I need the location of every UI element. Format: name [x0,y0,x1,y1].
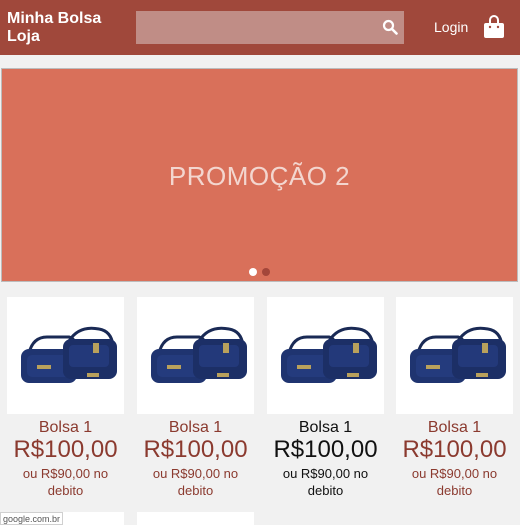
product-name[interactable]: Bolsa 1 [137,419,254,437]
product-price: R$100,00 [402,436,507,463]
product-debit-price: ou R$90,00 no debito [7,465,124,499]
debit-line-1: ou R$90,00 no [411,466,498,481]
status-url-tooltip: google.com.br [0,512,64,525]
debit-line-2: debito [436,483,473,498]
debit-line-1: ou R$90,00 no [282,466,369,481]
debit-line-1: ou R$90,00 no [152,466,239,481]
product-card[interactable]: Bolsa 1 R$100,00 ou R$90,00 no debito [137,297,254,512]
banner-title: PROMOÇÃO 2 [168,161,351,191]
bag-product-image [410,326,506,383]
search-input[interactable] [136,11,374,44]
login-link[interactable]: Login [434,19,468,35]
bag-product-image [21,326,117,383]
product-image[interactable] [267,297,384,414]
debit-line-2: debito [307,483,344,498]
site-header: Minha Bolsa Loja Login [0,0,520,55]
debit-line-2: debito [177,483,214,498]
product-image[interactable] [137,297,254,414]
shopping-bag-icon[interactable] [483,15,505,39]
product-card-next-row[interactable] [137,512,254,525]
product-image[interactable] [396,297,513,414]
debit-line-1: ou R$90,00 no [22,466,109,481]
search-bar [136,11,404,44]
logo-line-2[interactable]: Loja [7,28,117,46]
product-name[interactable]: Bolsa 1 [267,419,384,437]
product-name[interactable]: Bolsa 1 [7,419,124,437]
product-card[interactable]: Bolsa 1 R$100,00 ou R$90,00 no debito [7,297,124,512]
product-debit-price: ou R$90,00 no debito [396,465,513,499]
promo-banner[interactable]: PROMOÇÃO 2 [1,68,518,282]
product-debit-price: ou R$90,00 no debito [267,465,384,499]
bag-product-image [281,326,377,383]
carousel-dot-1[interactable] [249,268,257,276]
store-logo[interactable]: Minha Bolsa Loja [7,10,117,46]
product-name[interactable]: Bolsa 1 [396,419,513,437]
debit-line-2: debito [47,483,84,498]
product-card[interactable]: Bolsa 1 R$100,00 ou R$90,00 no debito [396,297,513,512]
search-icon[interactable] [382,19,398,35]
product-debit-price: ou R$90,00 no debito [137,465,254,499]
product-price: R$100,00 [143,436,248,463]
product-card[interactable]: Bolsa 1 R$100,00 ou R$90,00 no debito [267,297,384,512]
product-price: R$100,00 [13,436,118,463]
product-image[interactable] [7,297,124,414]
carousel-dot-2[interactable] [262,268,270,276]
logo-line-1[interactable]: Minha Bolsa [7,10,117,28]
bag-product-image [151,326,247,383]
product-price: R$100,00 [273,436,378,463]
